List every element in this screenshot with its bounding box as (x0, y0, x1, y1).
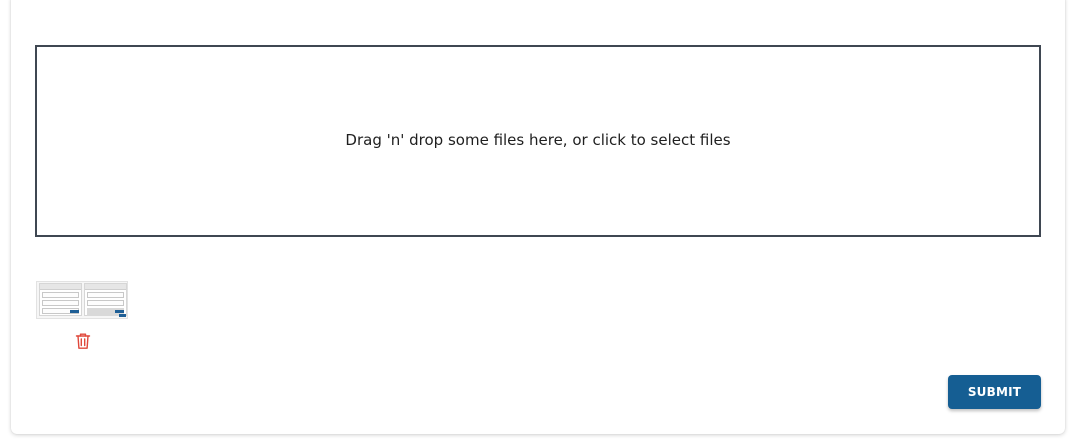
submit-button[interactable]: SUBMIT (948, 375, 1041, 409)
dropzone-instructions: Drag 'n' drop some files here, or click … (345, 131, 731, 149)
uploaded-file-thumbnail (36, 281, 128, 319)
trash-icon[interactable] (73, 331, 93, 351)
thumbnail-panel-right (84, 283, 127, 316)
file-dropzone[interactable]: Drag 'n' drop some files here, or click … (35, 45, 1041, 237)
thumbnail-panel-left (39, 283, 82, 316)
